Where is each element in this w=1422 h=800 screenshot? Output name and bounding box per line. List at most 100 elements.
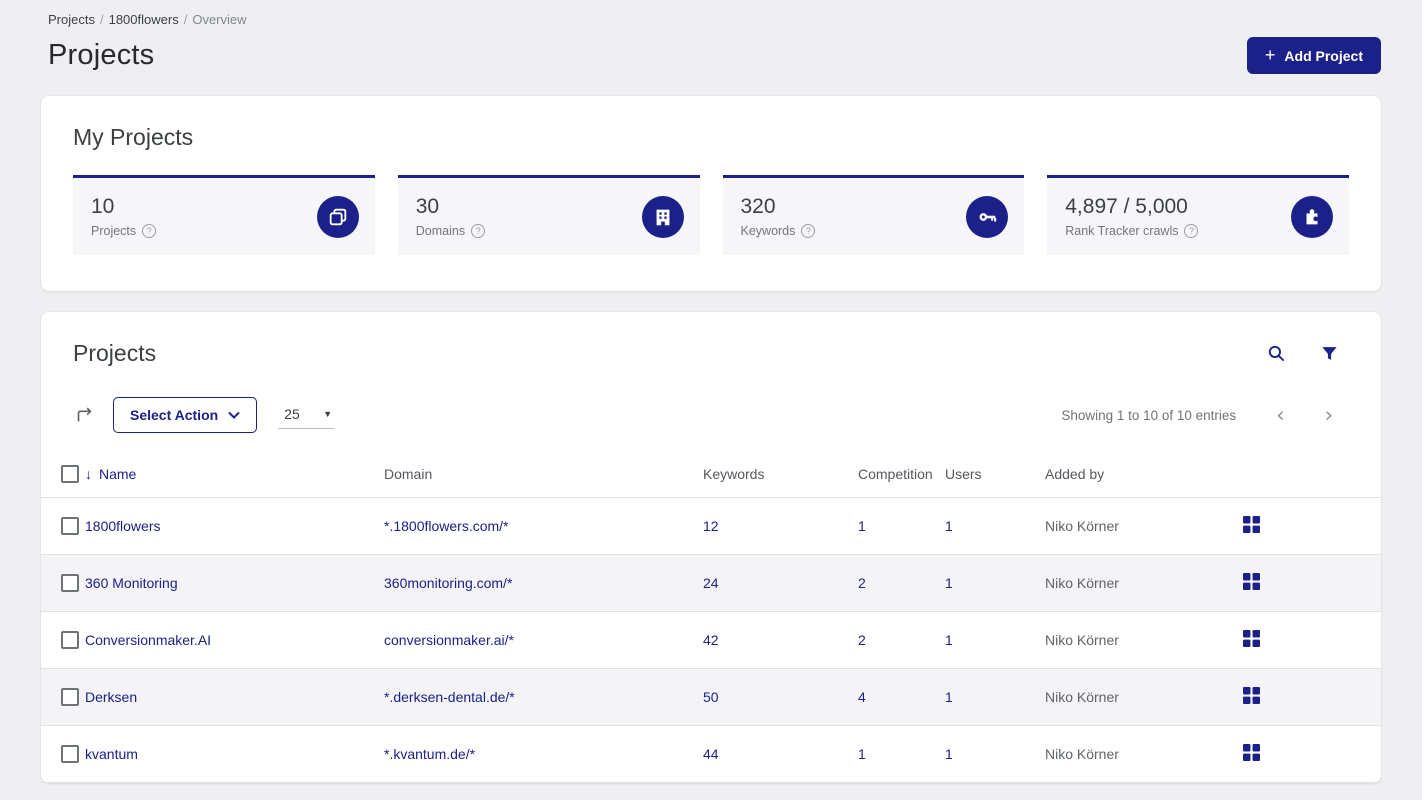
select-all-checkbox[interactable] [61, 465, 79, 484]
chevron-down-icon [228, 411, 240, 419]
column-header-name: Name [99, 466, 137, 483]
puzzle-icon [1291, 195, 1333, 238]
users-count-link[interactable]: 1 [945, 746, 953, 762]
added-by-text: Niko Körner [1045, 611, 1243, 670]
users-count-link[interactable]: 1 [945, 575, 953, 591]
row-checkbox[interactable] [61, 745, 79, 764]
showing-entries-text: Showing 1 to 10 of 10 entries [1061, 407, 1237, 423]
breadcrumb: Projects / 1800flowers / Overview [41, 12, 1381, 27]
competition-count-link[interactable]: 2 [858, 632, 866, 648]
stat-value: 4,897 / 5,000 [1065, 195, 1188, 218]
grid-icon[interactable] [1243, 573, 1260, 591]
project-name-link[interactable]: Derksen [85, 689, 137, 705]
export-arrow-icon[interactable] [73, 404, 95, 426]
project-name-link[interactable]: 1800flowers [85, 518, 161, 534]
projects-icon [316, 195, 359, 238]
key-icon [966, 195, 1009, 238]
stat-value: 30 [415, 195, 440, 218]
stat-tile-keywords: 320 Keywords? [722, 175, 1025, 255]
my-projects-card: My Projects 10 Projects? 30 Domains? 320… [41, 96, 1381, 291]
column-header-keywords[interactable]: Keywords [703, 455, 858, 499]
grid-icon[interactable] [1243, 687, 1260, 705]
breadcrumb-1800flowers[interactable]: 1800flowers [109, 12, 179, 27]
column-header-added-by[interactable]: Added by [1045, 455, 1243, 499]
stat-label: Projects [91, 224, 137, 238]
keywords-count-link[interactable]: 24 [703, 575, 719, 591]
added-by-text: Niko Körner [1045, 554, 1243, 613]
breadcrumb-projects[interactable]: Projects [48, 12, 95, 27]
grid-icon[interactable] [1243, 630, 1260, 648]
projects-table: ↓ Name Domain Keywords Competition Users… [41, 455, 1381, 784]
added-by-text: Niko Körner [1045, 725, 1243, 784]
add-project-button[interactable]: + Add Project [1246, 37, 1381, 74]
page-size-value: 25 [284, 405, 300, 422]
page: Projects / 1800flowers / Overview Projects +… [0, 0, 1422, 784]
filter-icon[interactable] [1320, 344, 1339, 363]
add-project-label: Add Project [1284, 47, 1363, 64]
users-count-link[interactable]: 1 [945, 689, 953, 705]
row-checkbox[interactable] [61, 517, 79, 536]
competition-count-link[interactable]: 4 [858, 689, 866, 705]
help-icon[interactable]: ? [142, 224, 157, 238]
column-header-competition[interactable]: Competition [858, 455, 945, 499]
row-checkbox[interactable] [61, 574, 79, 593]
table-row: 360 Monitoring 360monitoring.com/* 24 2 … [41, 554, 1381, 613]
project-domain-link[interactable]: 360monitoring.com/* [384, 575, 512, 591]
stat-label: Rank Tracker crawls [1065, 224, 1179, 238]
projects-table-card: Projects Select Action 25 ▼ Showing 1 to… [41, 312, 1381, 784]
stat-tile-crawls: 4,897 / 5,000 Rank Tracker crawls? [1047, 175, 1349, 255]
select-action-dropdown[interactable]: Select Action [113, 397, 258, 433]
help-icon[interactable]: ? [471, 224, 486, 238]
help-icon[interactable]: ? [1184, 224, 1199, 238]
added-by-text: Niko Körner [1045, 497, 1243, 556]
help-icon[interactable]: ? [801, 224, 816, 238]
users-count-link[interactable]: 1 [945, 632, 953, 648]
table-row: Conversionmaker.AI conversionmaker.ai/* … [41, 611, 1381, 670]
page-header: Projects + Add Project [41, 37, 1381, 74]
table-row: Derksen *.derksen-dental.de/* 50 4 1 Nik… [41, 668, 1381, 727]
project-domain-link[interactable]: conversionmaker.ai/* [384, 632, 514, 648]
row-checkbox[interactable] [61, 688, 79, 707]
row-checkbox[interactable] [61, 631, 79, 650]
project-domain-link[interactable]: *.1800flowers.com/* [384, 518, 509, 534]
added-by-text: Niko Körner [1045, 668, 1243, 727]
keywords-count-link[interactable]: 44 [703, 746, 719, 762]
projects-table-title: Projects [73, 340, 157, 366]
stat-value: 10 [91, 195, 115, 218]
domains-icon [641, 195, 684, 238]
select-action-label: Select Action [130, 407, 219, 423]
breadcrumb-separator: / [99, 12, 104, 27]
users-count-link[interactable]: 1 [945, 518, 953, 534]
stat-tile-domains: 30 Domains? [397, 175, 700, 255]
stats-grid: 10 Projects? 30 Domains? 320 Keywords ? … [73, 175, 1349, 255]
grid-icon[interactable] [1243, 516, 1260, 534]
project-name-link[interactable]: kvantum [85, 746, 138, 762]
page-title: Projects [48, 39, 155, 71]
project-name-link[interactable]: Conversionmaker.AI [85, 632, 211, 648]
competition-count-link[interactable]: 1 [858, 746, 866, 762]
chevron-left-icon[interactable]: ‹ [1270, 404, 1290, 426]
keywords-count-link[interactable]: 50 [703, 689, 719, 705]
sort-by-name[interactable]: ↓ Name [85, 466, 136, 482]
keywords-count-link[interactable]: 12 [703, 518, 719, 534]
sort-arrow-icon: ↓ [85, 466, 92, 483]
chevron-right-icon[interactable]: › [1319, 404, 1339, 426]
table-row: 1800flowers *.1800flowers.com/* 12 1 1 N… [41, 497, 1381, 556]
competition-count-link[interactable]: 2 [858, 575, 866, 591]
my-projects-title: My Projects [73, 124, 194, 150]
project-domain-link[interactable]: *.derksen-dental.de/* [384, 689, 515, 705]
project-domain-link[interactable]: *.kvantum.de/* [384, 746, 475, 762]
stat-tile-projects: 10 Projects? [73, 175, 375, 255]
table-row: kvantum *.kvantum.de/* 44 1 1 Niko Körne… [41, 725, 1381, 784]
competition-count-link[interactable]: 1 [858, 518, 866, 534]
breadcrumb-overview: Overview [192, 12, 247, 27]
grid-icon[interactable] [1243, 744, 1260, 762]
search-icon[interactable] [1267, 344, 1286, 363]
caret-down-icon: ▼ [323, 408, 333, 419]
column-header-users[interactable]: Users [945, 455, 1045, 499]
page-size-select[interactable]: 25 ▼ [278, 402, 335, 429]
table-header-row: ↓ Name Domain Keywords Competition Users… [41, 455, 1381, 499]
column-header-domain[interactable]: Domain [384, 455, 703, 499]
keywords-count-link[interactable]: 42 [703, 632, 719, 648]
project-name-link[interactable]: 360 Monitoring [85, 575, 178, 591]
